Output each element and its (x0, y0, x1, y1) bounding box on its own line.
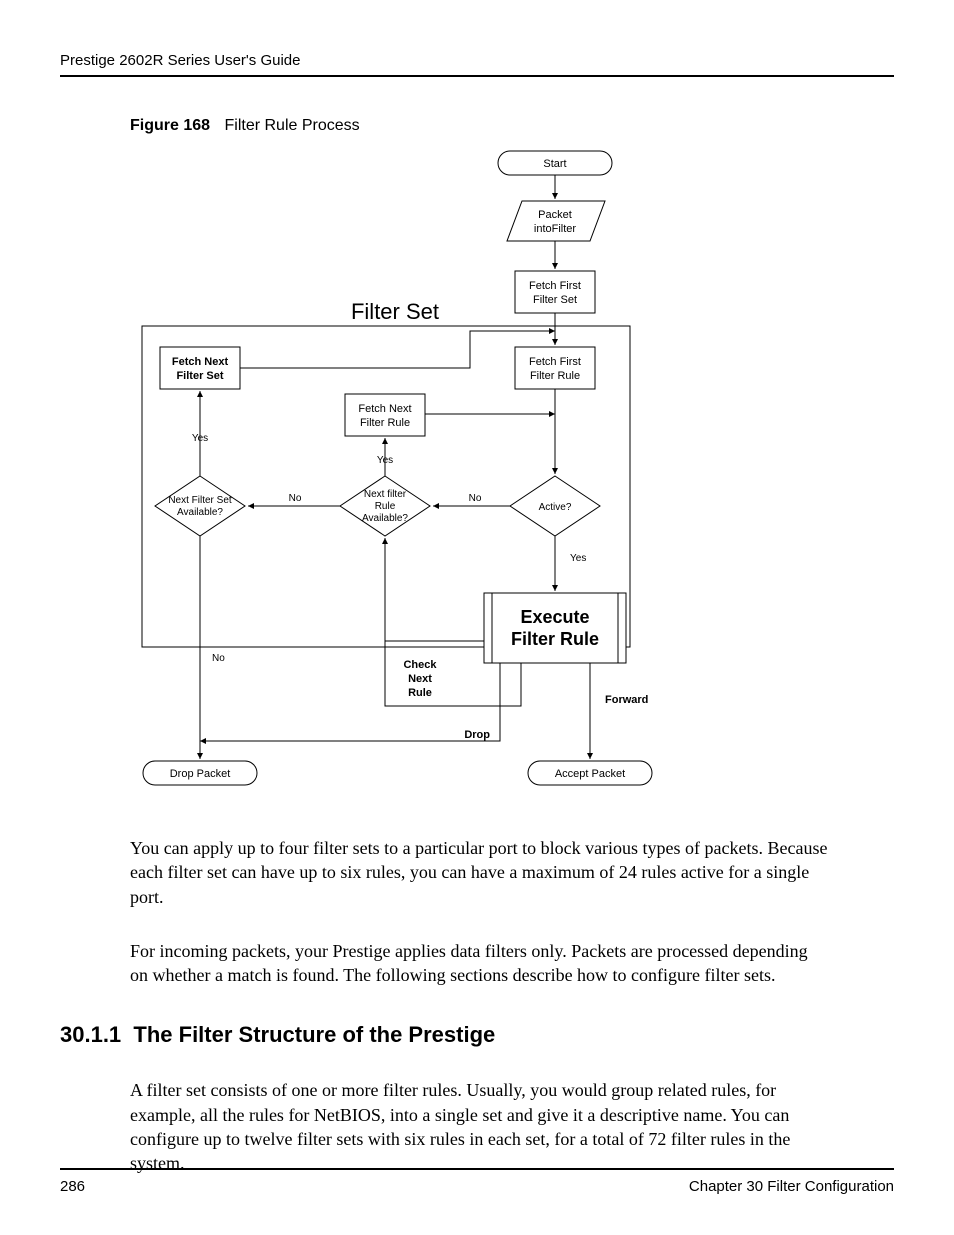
edge-yes-rule: Yes (377, 455, 393, 466)
node-accept-packet: Accept Packet (528, 761, 652, 785)
svg-text:Accept Packet: Accept Packet (555, 768, 625, 780)
node-fetch-first-rule: Fetch First Filter Rule (515, 347, 595, 389)
edge-drop: Drop (464, 729, 490, 741)
subsection-body: A filter set consists of one or more fil… (130, 1078, 830, 1175)
node-next-set-available: Next Filter Set Available? (155, 476, 245, 536)
svg-text:Check: Check (403, 659, 437, 671)
subsection-number: 30.1.1 (60, 1022, 121, 1047)
subsection-heading: 30.1.1 The Filter Structure of the Prest… (60, 1022, 894, 1048)
edge-forward: Forward (605, 694, 648, 706)
running-header: Prestige 2602R Series User's Guide (60, 52, 894, 77)
footer-chapter: Chapter 30 Filter Configuration (689, 1178, 894, 1195)
svg-text:Start: Start (543, 158, 566, 170)
svg-text:Execute: Execute (520, 607, 589, 627)
node-fetch-next-rule: Fetch Next Filter Rule (345, 394, 425, 436)
edge-no-rule: No (289, 493, 302, 504)
svg-text:Rule: Rule (408, 687, 432, 699)
figure-label: Figure 168 (130, 117, 210, 134)
svg-text:Filter Rule: Filter Rule (530, 370, 580, 382)
figure-title: Filter Rule Process (224, 117, 359, 134)
filter-set-heading: Filter Set (351, 299, 439, 324)
svg-text:intoFilter: intoFilter (534, 223, 577, 235)
svg-text:Packet: Packet (538, 209, 572, 221)
svg-text:Filter Set: Filter Set (176, 370, 223, 382)
svg-text:Fetch First: Fetch First (529, 280, 581, 292)
edge-yes-active: Yes (570, 553, 586, 564)
page-footer: 286 Chapter 30 Filter Configuration (60, 1168, 894, 1195)
svg-text:Next filter: Next filter (364, 489, 407, 500)
subsection-title: The Filter Structure of the Prestige (133, 1022, 495, 1047)
node-fetch-next-set: Fetch Next Filter Set (160, 347, 240, 389)
svg-text:Next Filter Set: Next Filter Set (168, 495, 232, 506)
svg-text:Fetch Next: Fetch Next (358, 403, 411, 415)
paragraph-1: You can apply up to four filter sets to … (130, 836, 830, 909)
svg-text:Fetch First: Fetch First (529, 356, 581, 368)
svg-text:Filter Rule: Filter Rule (360, 417, 410, 429)
svg-text:Fetch Next: Fetch Next (172, 356, 229, 368)
node-start: Start (498, 151, 612, 175)
node-fetch-first-set: Fetch First Filter Set (515, 271, 595, 313)
node-drop-packet: Drop Packet (143, 761, 257, 785)
edge-no-set: No (212, 653, 225, 664)
edge-yes-set: Yes (192, 433, 208, 444)
svg-text:Drop Packet: Drop Packet (170, 768, 231, 780)
svg-text:Rule: Rule (375, 501, 396, 512)
svg-text:Available?: Available? (177, 507, 223, 518)
paragraph-2: For incoming packets, your Prestige appl… (130, 939, 830, 988)
svg-text:Filter Rule: Filter Rule (511, 629, 599, 649)
edge-no-active: No (469, 493, 482, 504)
svg-text:Active?: Active? (539, 502, 572, 513)
svg-text:Available?: Available? (362, 513, 408, 524)
check-next-rule-label: Check Next Rule (403, 659, 437, 699)
svg-text:Next: Next (408, 673, 432, 685)
node-execute-filter-rule: Execute Filter Rule (484, 593, 626, 663)
node-packet-into-filter: Packet intoFilter (507, 201, 605, 241)
document-page: Prestige 2602R Series User's Guide Figur… (0, 0, 954, 1235)
flowchart-figure: Start Packet intoFilter Fetch First Filt… (130, 141, 894, 806)
node-active-decision: Active? (510, 476, 600, 536)
figure-caption: Figure 168 Filter Rule Process (130, 117, 894, 135)
node-next-rule-available: Next filter Rule Available? (340, 476, 430, 536)
svg-text:Filter Set: Filter Set (533, 294, 577, 306)
footer-page-number: 286 (60, 1178, 85, 1195)
